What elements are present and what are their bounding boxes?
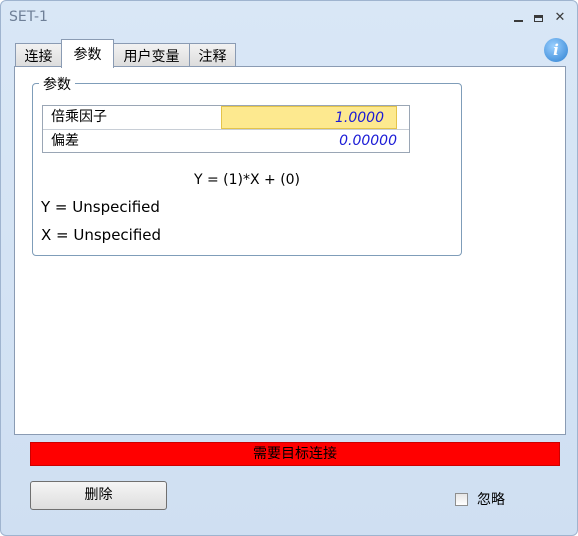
tab-connection[interactable]: 连接 [15, 43, 62, 67]
multiplier-value-field[interactable]: 1.0000 [221, 106, 397, 129]
group-title: 参数 [39, 74, 75, 94]
tab-comments[interactable]: 注释 [189, 43, 236, 67]
formula-text: Y = (1)*X + (0) [193, 172, 301, 188]
tab-panel: 参数 倍乘因子 1.0000 偏差 0.00000 Y = (1)*X + (0… [14, 66, 566, 435]
y-assignment: Y = Unspecified [41, 198, 160, 216]
title-bar: SET-1 ✕ [1, 1, 577, 35]
close-icon: ✕ [554, 10, 566, 25]
maximize-button[interactable] [531, 11, 545, 25]
ignore-label: 忽略 [477, 492, 505, 508]
minimize-button[interactable] [511, 11, 525, 25]
info-icon[interactable]: i [544, 38, 568, 62]
status-banner: 需要目标连接 [30, 442, 560, 466]
delete-button[interactable]: 删除 [30, 481, 167, 510]
multiplier-label: 倍乘因子 [51, 109, 107, 125]
ignore-checkbox[interactable] [455, 492, 468, 506]
x-assignment: X = Unspecified [41, 226, 162, 244]
dialog-window: SET-1 ✕ 连接 参数 用户变量 注释 i 参数 倍乘因子 1.0000 偏… [0, 0, 578, 536]
minimize-icon [513, 20, 523, 22]
offset-label: 偏差 [51, 133, 79, 149]
parameter-grid: 倍乘因子 1.0000 偏差 0.00000 [42, 105, 410, 153]
parameters-group: 参数 倍乘因子 1.0000 偏差 0.00000 Y = (1)*X + (0… [32, 74, 462, 256]
tab-parameters[interactable]: 参数 [61, 39, 114, 68]
tab-user-variables[interactable]: 用户变量 [113, 43, 190, 67]
window-title: SET-1 [9, 9, 48, 25]
param-row-multiplier: 倍乘因子 1.0000 [43, 106, 409, 130]
close-button[interactable]: ✕ [553, 11, 567, 25]
param-row-offset: 偏差 0.00000 [43, 130, 409, 153]
ignore-option[interactable]: 忽略 [455, 489, 505, 509]
maximize-icon [533, 14, 543, 22]
offset-value-field[interactable]: 0.00000 [221, 130, 409, 153]
